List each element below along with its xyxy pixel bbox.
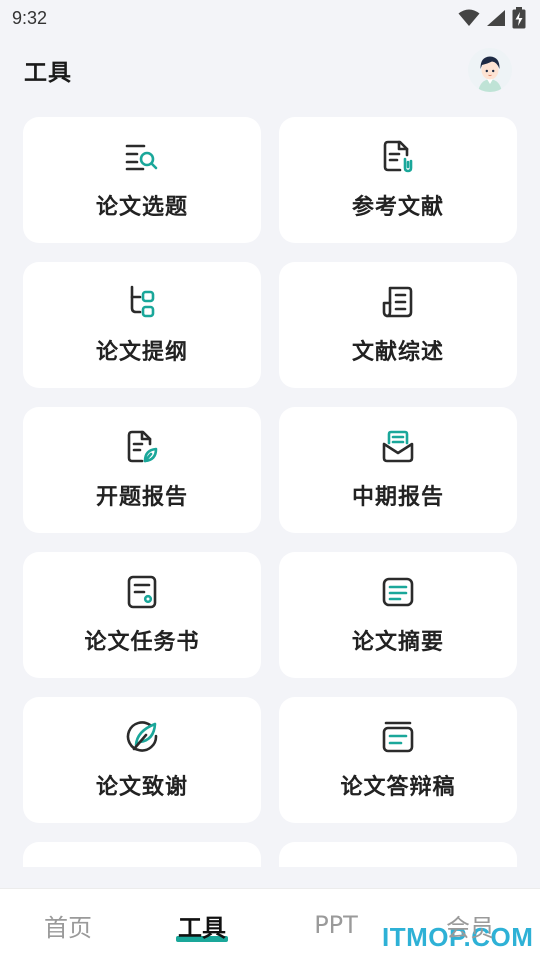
tool-card-abstract[interactable]: 论文摘要 — [279, 552, 517, 678]
tool-label: 开题报告 — [95, 485, 188, 510]
tool-label: 中期报告 — [351, 485, 444, 510]
tool-label: 论文提纲 — [95, 340, 188, 365]
tool-card-outline[interactable]: 论文提纲 — [23, 262, 261, 388]
list-search-icon — [124, 139, 160, 175]
tool-card-proposal[interactable]: 开题报告 — [23, 407, 261, 533]
defense-script-icon — [380, 719, 416, 755]
tool-label: 论文答辩稿 — [340, 775, 456, 800]
feather-circle-icon — [124, 719, 160, 755]
page-title: 工具 — [24, 60, 72, 86]
tool-card-references[interactable]: 参考文献 — [279, 117, 517, 243]
tool-card-midterm-report[interactable]: 中期报告 — [279, 407, 517, 533]
tool-card-task-book[interactable]: 论文任务书 — [23, 552, 261, 678]
document-leaf-icon — [124, 429, 160, 465]
tool-card-acknowledgement[interactable]: 论文致谢 — [23, 697, 261, 823]
task-sheet-icon — [124, 574, 160, 610]
tool-label: 论文任务书 — [84, 630, 200, 655]
partial-icon — [124, 864, 160, 867]
tool-label: 论文致谢 — [95, 775, 188, 800]
tool-card-topic[interactable]: 论文选题 — [23, 117, 261, 243]
header: 工具 — [0, 40, 540, 100]
nav-tab-label: PPT — [314, 911, 358, 939]
document-link-icon — [380, 139, 416, 175]
nav-tab-ppt[interactable]: PPT — [276, 889, 396, 960]
tool-label: 文献综述 — [351, 340, 444, 365]
signal-icon — [487, 10, 505, 26]
tool-label: 参考文献 — [351, 195, 444, 220]
nav-tab-label: 工具 — [178, 913, 226, 942]
avatar[interactable] — [468, 48, 512, 92]
outline-tree-icon — [124, 284, 160, 320]
tool-label: 论文选题 — [95, 195, 188, 220]
status-bar: 9:32 — [0, 0, 540, 36]
tool-card-defense-script[interactable]: 论文答辩稿 — [279, 697, 517, 823]
battery-charging-icon — [512, 7, 526, 29]
newspaper-icon — [380, 284, 416, 320]
tool-card-literature-review[interactable]: 文献综述 — [279, 262, 517, 388]
tool-card-partial-left[interactable] — [23, 842, 261, 867]
nav-tab-tools[interactable]: 工具 — [142, 889, 262, 960]
nav-tab-label: 会员 — [446, 913, 494, 942]
status-icons — [458, 7, 526, 29]
abstract-icon — [380, 574, 416, 610]
nav-tab-label: 首页 — [44, 913, 92, 942]
nav-tab-home[interactable]: 首页 — [8, 889, 128, 960]
user-avatar-icon — [468, 48, 512, 92]
tool-label: 论文摘要 — [351, 630, 444, 655]
tool-card-partial-right[interactable] — [279, 842, 517, 867]
tool-grid: 论文选题 参考文献 论文提纲 文献综述 开题报告 中期报告 论文任务书 论文摘要… — [0, 100, 540, 867]
wifi-icon — [458, 9, 480, 26]
status-time: 9:32 — [12, 7, 48, 28]
mail-report-icon — [380, 429, 416, 465]
